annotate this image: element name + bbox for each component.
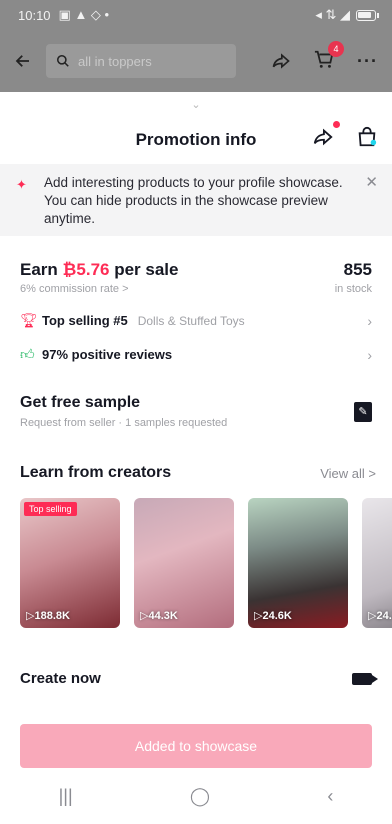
video-view-count: ▷188.8K — [26, 610, 70, 622]
video-camera-icon — [352, 672, 378, 685]
video-view-count: ▷24.6K — [254, 610, 292, 622]
shopping-bag-icon — [358, 126, 377, 147]
chevron-right-icon: › — [367, 346, 372, 363]
status-notification-icons: ▣ ▲ ◇ • — [58, 7, 110, 22]
sheet-header: Promotion info — [0, 121, 392, 158]
thumbs-up-icon: 👍︎ — [20, 346, 35, 362]
sparkle-icon: ✦ — [16, 177, 27, 192]
earn-per-sale: Earn ₿5.76 per sale — [20, 260, 178, 280]
creator-videos-carousel[interactable]: Top selling ▷188.8K ▷44.3K ▷24.6K ▷24.7 — [20, 498, 392, 628]
ranking-category: Dolls & Stuffed Toys — [137, 313, 245, 328]
showcase-notice-banner: ✦ Add interesting products to your profi… — [0, 164, 392, 236]
background-header: all in toppers 4 ··· — [0, 30, 392, 92]
learn-from-creators-header: Learn from creators View all > — [20, 464, 376, 482]
status-signal-icons: ◂ ⇅ ◢ — [315, 7, 350, 22]
stock-label: in stock — [334, 283, 372, 295]
notification-dot — [333, 121, 340, 128]
close-icon[interactable]: ✕ — [365, 174, 378, 192]
stock-count: 855 — [343, 260, 372, 279]
battery-icon — [356, 9, 379, 21]
cart-icon[interactable]: 4 — [313, 40, 345, 74]
create-now-label: Create now — [20, 670, 101, 687]
status-bar: 10:10 ▣ ▲ ◇ • ◂ ⇅ ◢ — [0, 0, 392, 30]
shop-bag-button[interactable] — [356, 126, 378, 153]
background-search-bar[interactable]: all in toppers — [46, 44, 236, 78]
video-view-count: ▷44.3K — [140, 610, 178, 622]
sheet-collapse-handle-icon[interactable]: ⌄ — [0, 98, 392, 111]
request-sample-icon[interactable]: ✎ — [354, 402, 372, 422]
share-button[interactable] — [312, 121, 340, 153]
sheet-title: Promotion info — [135, 130, 257, 149]
added-to-showcase-button[interactable]: Added to showcase — [20, 724, 372, 768]
reviews-label: 97% positive reviews — [42, 347, 173, 362]
creator-video-thumbnail[interactable]: ▷24.7 — [362, 498, 392, 628]
earn-suffix: per sale — [109, 260, 179, 279]
system-nav-bar: ||| ◯ ‹ — [0, 768, 392, 824]
more-options-icon[interactable]: ··· — [357, 51, 378, 72]
free-sample-title: Get free sample — [20, 394, 141, 411]
promotion-sheet: ⌄ Promotion info ✦ Add interesting produ… — [0, 92, 392, 824]
commission-rate-link[interactable]: 6% commission rate > — [20, 283, 129, 295]
search-icon — [56, 54, 69, 67]
cart-count-badge: 4 — [328, 40, 345, 57]
recent-apps-icon[interactable]: ||| — [59, 786, 73, 807]
creator-video-thumbnail[interactable]: ▷44.3K — [134, 498, 234, 628]
chevron-right-icon: › — [367, 312, 372, 329]
back-arrow-icon[interactable] — [14, 52, 32, 70]
back-icon[interactable]: ‹ — [327, 786, 333, 807]
creator-video-thumbnail[interactable]: ▷24.6K — [248, 498, 348, 628]
top-selling-row[interactable]: 🏆︎ Top selling #5 Dolls & Stuffed Toys › — [20, 312, 372, 329]
notice-text: Add interesting products to your profile… — [44, 175, 343, 226]
share-icon — [313, 128, 333, 146]
ranking-label: Top selling #5 — [42, 313, 128, 328]
search-placeholder: all in toppers — [78, 53, 152, 69]
creator-video-thumbnail[interactable]: Top selling ▷188.8K — [20, 498, 120, 628]
free-sample-row[interactable]: Get free sample Request from seller · 1 … — [20, 394, 372, 429]
learn-title: Learn from creators — [20, 464, 172, 481]
view-all-link[interactable]: View all > — [320, 466, 376, 481]
top-selling-tag: Top selling — [24, 502, 77, 516]
earn-amount: ₿5.76 — [62, 260, 110, 279]
free-sample-subtitle: Request from seller · 1 samples requeste… — [20, 417, 228, 429]
create-now-row[interactable]: Create now — [20, 670, 378, 687]
share-icon[interactable] — [271, 51, 291, 71]
earn-prefix: Earn — [20, 260, 63, 279]
trophy-icon: 🏆︎ — [20, 312, 38, 328]
video-view-count: ▷24.7 — [368, 610, 392, 622]
reviews-row[interactable]: 👍︎ 97% positive reviews › — [20, 346, 372, 363]
home-icon[interactable]: ◯ — [190, 786, 210, 807]
status-time: 10:10 — [18, 7, 51, 23]
earnings-section: Earn ₿5.76 per sale 855 6% commission ra… — [20, 260, 372, 295]
